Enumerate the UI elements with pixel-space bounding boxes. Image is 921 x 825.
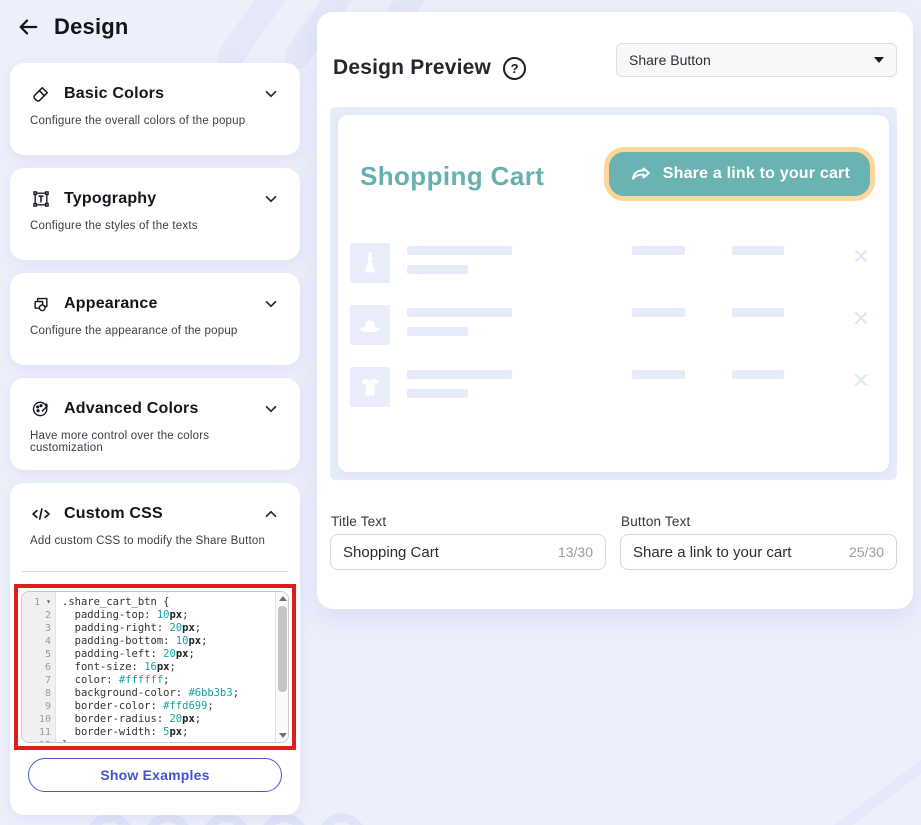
help-icon[interactable]: ? (503, 57, 526, 80)
placeholder-bar (632, 370, 685, 379)
appearance-icon (30, 293, 52, 315)
back-button[interactable] (16, 15, 40, 39)
sidebar-header: Design (16, 14, 129, 40)
dress-icon (357, 250, 383, 276)
chevron-up-icon (262, 505, 280, 523)
cart-item-row (350, 305, 877, 351)
scrollbar-thumb[interactable] (278, 606, 287, 692)
css-editor-highlight: 1 ▾2345678910111213 .share_cart_btn { pa… (14, 584, 296, 750)
cart-item-row (350, 243, 877, 289)
remove-item-icon (853, 310, 869, 326)
chevron-down-icon (262, 295, 280, 313)
placeholder-bar (407, 389, 468, 398)
item-thumbnail (350, 243, 390, 283)
section-description: Configure the styles of the texts (10, 210, 300, 232)
panel-title: Design Preview (333, 56, 491, 80)
remove-item-icon (853, 372, 869, 388)
section-description: Have more control over the colors custom… (10, 420, 300, 454)
share-arrow-icon (629, 162, 653, 186)
popup-preview-card: Shopping Cart Share a link to your cart (338, 115, 889, 472)
section-basic-colors: Basic Colors Configure the overall color… (10, 63, 300, 155)
divider (22, 571, 288, 572)
item-thumbnail (350, 367, 390, 407)
share-cart-button[interactable]: Share a link to your cart (604, 147, 875, 201)
section-title: Custom CSS (64, 505, 250, 523)
placeholder-bar (407, 308, 512, 317)
page-title: Design (54, 14, 129, 40)
section-title: Advanced Colors (64, 400, 250, 418)
preview-area: Shopping Cart Share a link to your cart (330, 107, 897, 480)
tshirt-icon (357, 374, 383, 400)
section-title: Appearance (64, 295, 250, 313)
section-description: Configure the overall colors of the popu… (10, 105, 300, 127)
editor-code-content[interactable]: .share_cart_btn { padding-top: 10px; pad… (56, 592, 275, 742)
scroll-up-icon[interactable] (276, 592, 289, 605)
design-page: Design Basic Colors Configure the overal… (0, 0, 921, 825)
button-char-counter: 25/30 (849, 544, 884, 560)
show-examples-button[interactable]: Show Examples (28, 758, 282, 792)
dropdown-value: Share Button (629, 52, 874, 68)
palette-icon (30, 398, 52, 420)
chevron-down-icon (262, 400, 280, 418)
section-title: Typography (64, 190, 250, 208)
editor-scrollbar[interactable] (275, 592, 288, 742)
section-custom-css: Custom CSS Add custom CSS to modify the … (10, 483, 300, 815)
item-thumbnail (350, 305, 390, 345)
code-icon (30, 503, 52, 525)
cart-item-row (350, 367, 877, 413)
placeholder-bar (407, 265, 468, 274)
typography-icon (30, 188, 52, 210)
section-appearance-toggle[interactable]: Appearance (10, 273, 300, 315)
section-appearance: Appearance Configure the appearance of t… (10, 273, 300, 365)
section-basic-colors-toggle[interactable]: Basic Colors (10, 63, 300, 105)
hat-icon (356, 311, 384, 339)
chevron-down-icon (262, 85, 280, 103)
placeholder-bar (632, 308, 685, 317)
button-text-label: Button Text (621, 514, 691, 529)
title-text-field: 13/30 (330, 534, 606, 570)
arrow-left-icon (17, 16, 39, 38)
title-char-counter: 13/30 (558, 544, 593, 560)
placeholder-bar (632, 246, 685, 255)
section-title: Basic Colors (64, 85, 250, 103)
section-custom-css-toggle[interactable]: Custom CSS (10, 483, 300, 525)
caret-down-icon (874, 57, 884, 63)
placeholder-bar (407, 370, 512, 379)
preview-target-dropdown[interactable]: Share Button (616, 43, 897, 77)
button-text-field: 25/30 (620, 534, 897, 570)
section-description: Configure the appearance of the popup (10, 315, 300, 337)
placeholder-bar (407, 327, 468, 336)
scroll-down-icon[interactable] (276, 729, 289, 742)
section-advanced-colors: Advanced Colors Have more control over t… (10, 378, 300, 470)
paint-brush-icon (30, 83, 52, 105)
css-code-editor[interactable]: 1 ▾2345678910111213 .share_cart_btn { pa… (21, 591, 289, 743)
placeholder-bar (732, 370, 784, 379)
placeholder-bar (732, 308, 784, 317)
button-text-input[interactable] (633, 544, 841, 561)
editor-line-numbers: 1 ▾2345678910111213 (22, 592, 56, 742)
placeholder-bar (407, 246, 512, 255)
design-preview-panel: Design Preview ? Share Button Shopping C… (317, 12, 913, 609)
placeholder-bar (732, 246, 784, 255)
section-description: Add custom CSS to modify the Share Butto… (10, 525, 300, 547)
popup-title: Shopping Cart (360, 161, 544, 192)
title-text-input[interactable] (343, 544, 550, 561)
section-advanced-colors-toggle[interactable]: Advanced Colors (10, 378, 300, 420)
section-typography: Typography Configure the styles of the t… (10, 168, 300, 260)
remove-item-icon (853, 248, 869, 264)
share-button-label: Share a link to your cart (663, 165, 850, 183)
section-typography-toggle[interactable]: Typography (10, 168, 300, 210)
chevron-down-icon (262, 190, 280, 208)
title-text-label: Title Text (331, 514, 386, 529)
